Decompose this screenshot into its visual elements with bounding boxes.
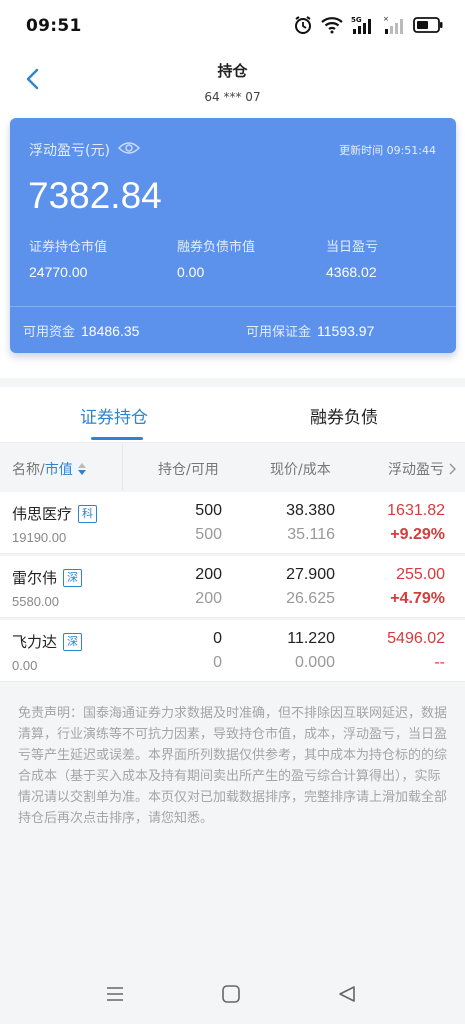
stock-name-cell: 雷尔伟 深 [12, 567, 83, 588]
tab-holdings[interactable]: 证券持仓 [80, 403, 148, 428]
available-funds: 可用资金 18486.35 [23, 321, 139, 340]
svg-text:×: × [383, 15, 389, 23]
table-row[interactable]: 飞力达 深 0.00 0 0 11.220 0.000 5496.02 -- [0, 620, 465, 682]
available-qty: 500 [195, 526, 222, 543]
market-value: 5580.00 [12, 594, 59, 609]
floating-pl: 5496.02 [387, 630, 445, 647]
stock-name: 飞力达 [12, 633, 58, 651]
stat-value: 24770.00 [29, 264, 88, 280]
stock-name-cell: 伟思医疗 科 [12, 503, 98, 524]
status-time: 09:51 [26, 16, 82, 36]
cost-price: 35.116 [287, 526, 335, 543]
header-pl[interactable]: 浮动盈亏 [388, 459, 457, 479]
cost-price: 0.000 [294, 654, 335, 671]
available-qty: 0 [213, 654, 222, 671]
available-funds-label: 可用资金 [23, 325, 76, 340]
available-margin-value: 11593.97 [317, 323, 375, 339]
current-price: 27.900 [286, 566, 335, 583]
available-margin: 可用保证金 11593.97 [246, 321, 374, 340]
tab-active-indicator [91, 437, 143, 440]
stock-name-cell: 飞力达 深 [12, 631, 83, 652]
stat-label: 证券持仓市值 [29, 240, 108, 255]
battery-icon [413, 17, 443, 37]
tab-bar: 证券持仓 融券负债 [0, 387, 465, 443]
update-time: 更新时间 09:51:44 [339, 144, 436, 157]
summary-card: 浮动盈亏(元) 更新时间 09:51:44 7382.84 证券持仓市值 247… [10, 118, 456, 353]
status-bar: 09:51 5G × [0, 0, 465, 52]
header-name-label: 名称/ [12, 462, 45, 478]
stat-value: 4368.02 [326, 264, 377, 280]
header-separator [122, 444, 123, 490]
back-nav-icon[interactable] [336, 984, 358, 1008]
holding-qty: 500 [195, 502, 222, 519]
available-qty: 200 [195, 590, 222, 607]
chevron-right-icon [449, 463, 457, 475]
stat-daily-pl: 当日盈亏 4368.02 [326, 236, 378, 280]
available-margin-label: 可用保证金 [246, 325, 312, 340]
floating-pl-pct: -- [434, 654, 445, 671]
stock-name: 伟思医疗 [12, 505, 73, 523]
header-qty: 持仓/可用 [158, 462, 219, 478]
table-row[interactable]: 雷尔伟 深 5580.00 200 200 27.900 26.625 255.… [0, 556, 465, 618]
card-divider [10, 306, 456, 307]
cost-price: 26.625 [286, 590, 335, 607]
header-name-sort[interactable]: 名称/市值 [12, 459, 87, 479]
table-row[interactable]: 伟思医疗 科 19190.00 500 500 38.380 35.116 16… [0, 492, 465, 554]
market-badge: 深 [63, 568, 83, 587]
page-title: 持仓 [217, 62, 248, 80]
market-badge: 科 [78, 504, 98, 523]
market-value: 0.00 [12, 658, 38, 673]
eye-icon[interactable] [117, 141, 140, 159]
disclaimer-text: 免责声明：国泰海通证券力求数据及时准确，但不排除因互联网延迟，数据清算，行业演练… [18, 706, 448, 826]
stat-label: 当日盈亏 [326, 240, 379, 255]
holding-qty: 0 [213, 630, 222, 647]
market-value: 19190.00 [12, 530, 67, 545]
alarm-icon [293, 15, 313, 39]
stat-short-debt: 融券负债市值 0.00 [177, 236, 255, 280]
stat-value: 0.00 [177, 264, 205, 280]
sort-icon [78, 463, 87, 475]
market-badge: 深 [63, 632, 83, 651]
header-pl-label: 浮动盈亏 [388, 462, 444, 478]
floating-pl: 1631.82 [387, 502, 445, 519]
menu-nav-icon[interactable] [104, 984, 126, 1008]
floating-pl-pct: +4.79% [390, 590, 445, 607]
status-icons: 5G × [293, 15, 443, 39]
table-header: 名称/市值 持仓/可用 现价/成本 浮动盈亏 [0, 444, 465, 490]
stat-holdings-value: 证券持仓市值 24770.00 [29, 236, 107, 280]
system-nav-bar [0, 964, 465, 1024]
current-price: 38.380 [286, 502, 335, 519]
stat-label: 融券负债市值 [177, 240, 256, 255]
floating-pl-pct: +9.29% [390, 526, 445, 543]
available-funds-value: 18486.35 [81, 323, 140, 339]
signal-5g-icon: 5G [351, 15, 375, 39]
pl-value: 7382.84 [28, 175, 162, 216]
nav-header: 持仓 64 *** 07 [0, 52, 465, 110]
tab-short-debt[interactable]: 融券负债 [310, 403, 378, 428]
pl-label-row: 浮动盈亏(元) [29, 140, 140, 160]
floating-pl: 255.00 [396, 566, 445, 583]
summary-section: 浮动盈亏(元) 更新时间 09:51:44 7382.84 证券持仓市值 247… [0, 110, 465, 378]
wifi-icon [321, 16, 343, 38]
account-number: 64 *** 07 [204, 90, 261, 104]
current-price: 11.220 [287, 630, 335, 647]
stock-name: 雷尔伟 [12, 569, 58, 587]
header-market-value-label: 市值 [44, 462, 73, 478]
pl-label: 浮动盈亏(元) [29, 143, 110, 159]
signal-icon: × [383, 15, 405, 39]
svg-text:5G: 5G [351, 16, 362, 24]
holding-qty: 200 [195, 566, 222, 583]
home-nav-icon[interactable] [220, 984, 242, 1008]
header-price: 现价/成本 [270, 462, 331, 478]
